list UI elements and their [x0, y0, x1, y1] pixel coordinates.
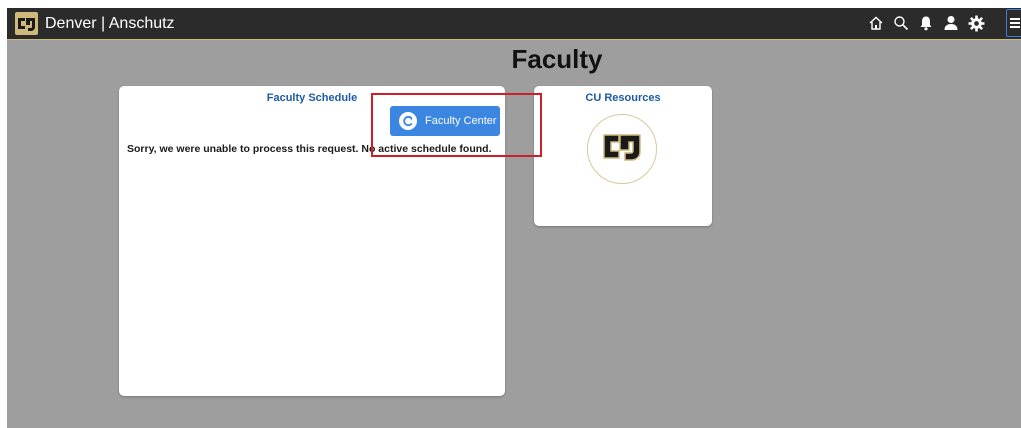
top-navigation-bar: Denver | Anschutz: [7, 8, 1021, 40]
highlight-box: [371, 93, 542, 157]
menu-icon[interactable]: [1006, 9, 1021, 37]
page-title: Faculty: [511, 44, 603, 74]
user-icon[interactable]: [940, 12, 962, 34]
search-icon[interactable]: [890, 12, 912, 34]
gear-icon[interactable]: [965, 12, 987, 34]
cu-resources-logo[interactable]: [587, 114, 657, 184]
cu-logo-icon[interactable]: [15, 12, 38, 35]
cu-resources-title[interactable]: CU Resources: [534, 92, 712, 104]
app-frame: Denver | Anschutz Faculty Faculty Schedu…: [7, 8, 1021, 428]
bell-icon[interactable]: [915, 12, 937, 34]
home-icon[interactable]: [865, 12, 887, 34]
cu-logo-icon: [603, 134, 641, 161]
app-title[interactable]: Denver | Anschutz: [45, 14, 175, 33]
cu-resources-tile[interactable]: CU Resources: [534, 86, 712, 226]
